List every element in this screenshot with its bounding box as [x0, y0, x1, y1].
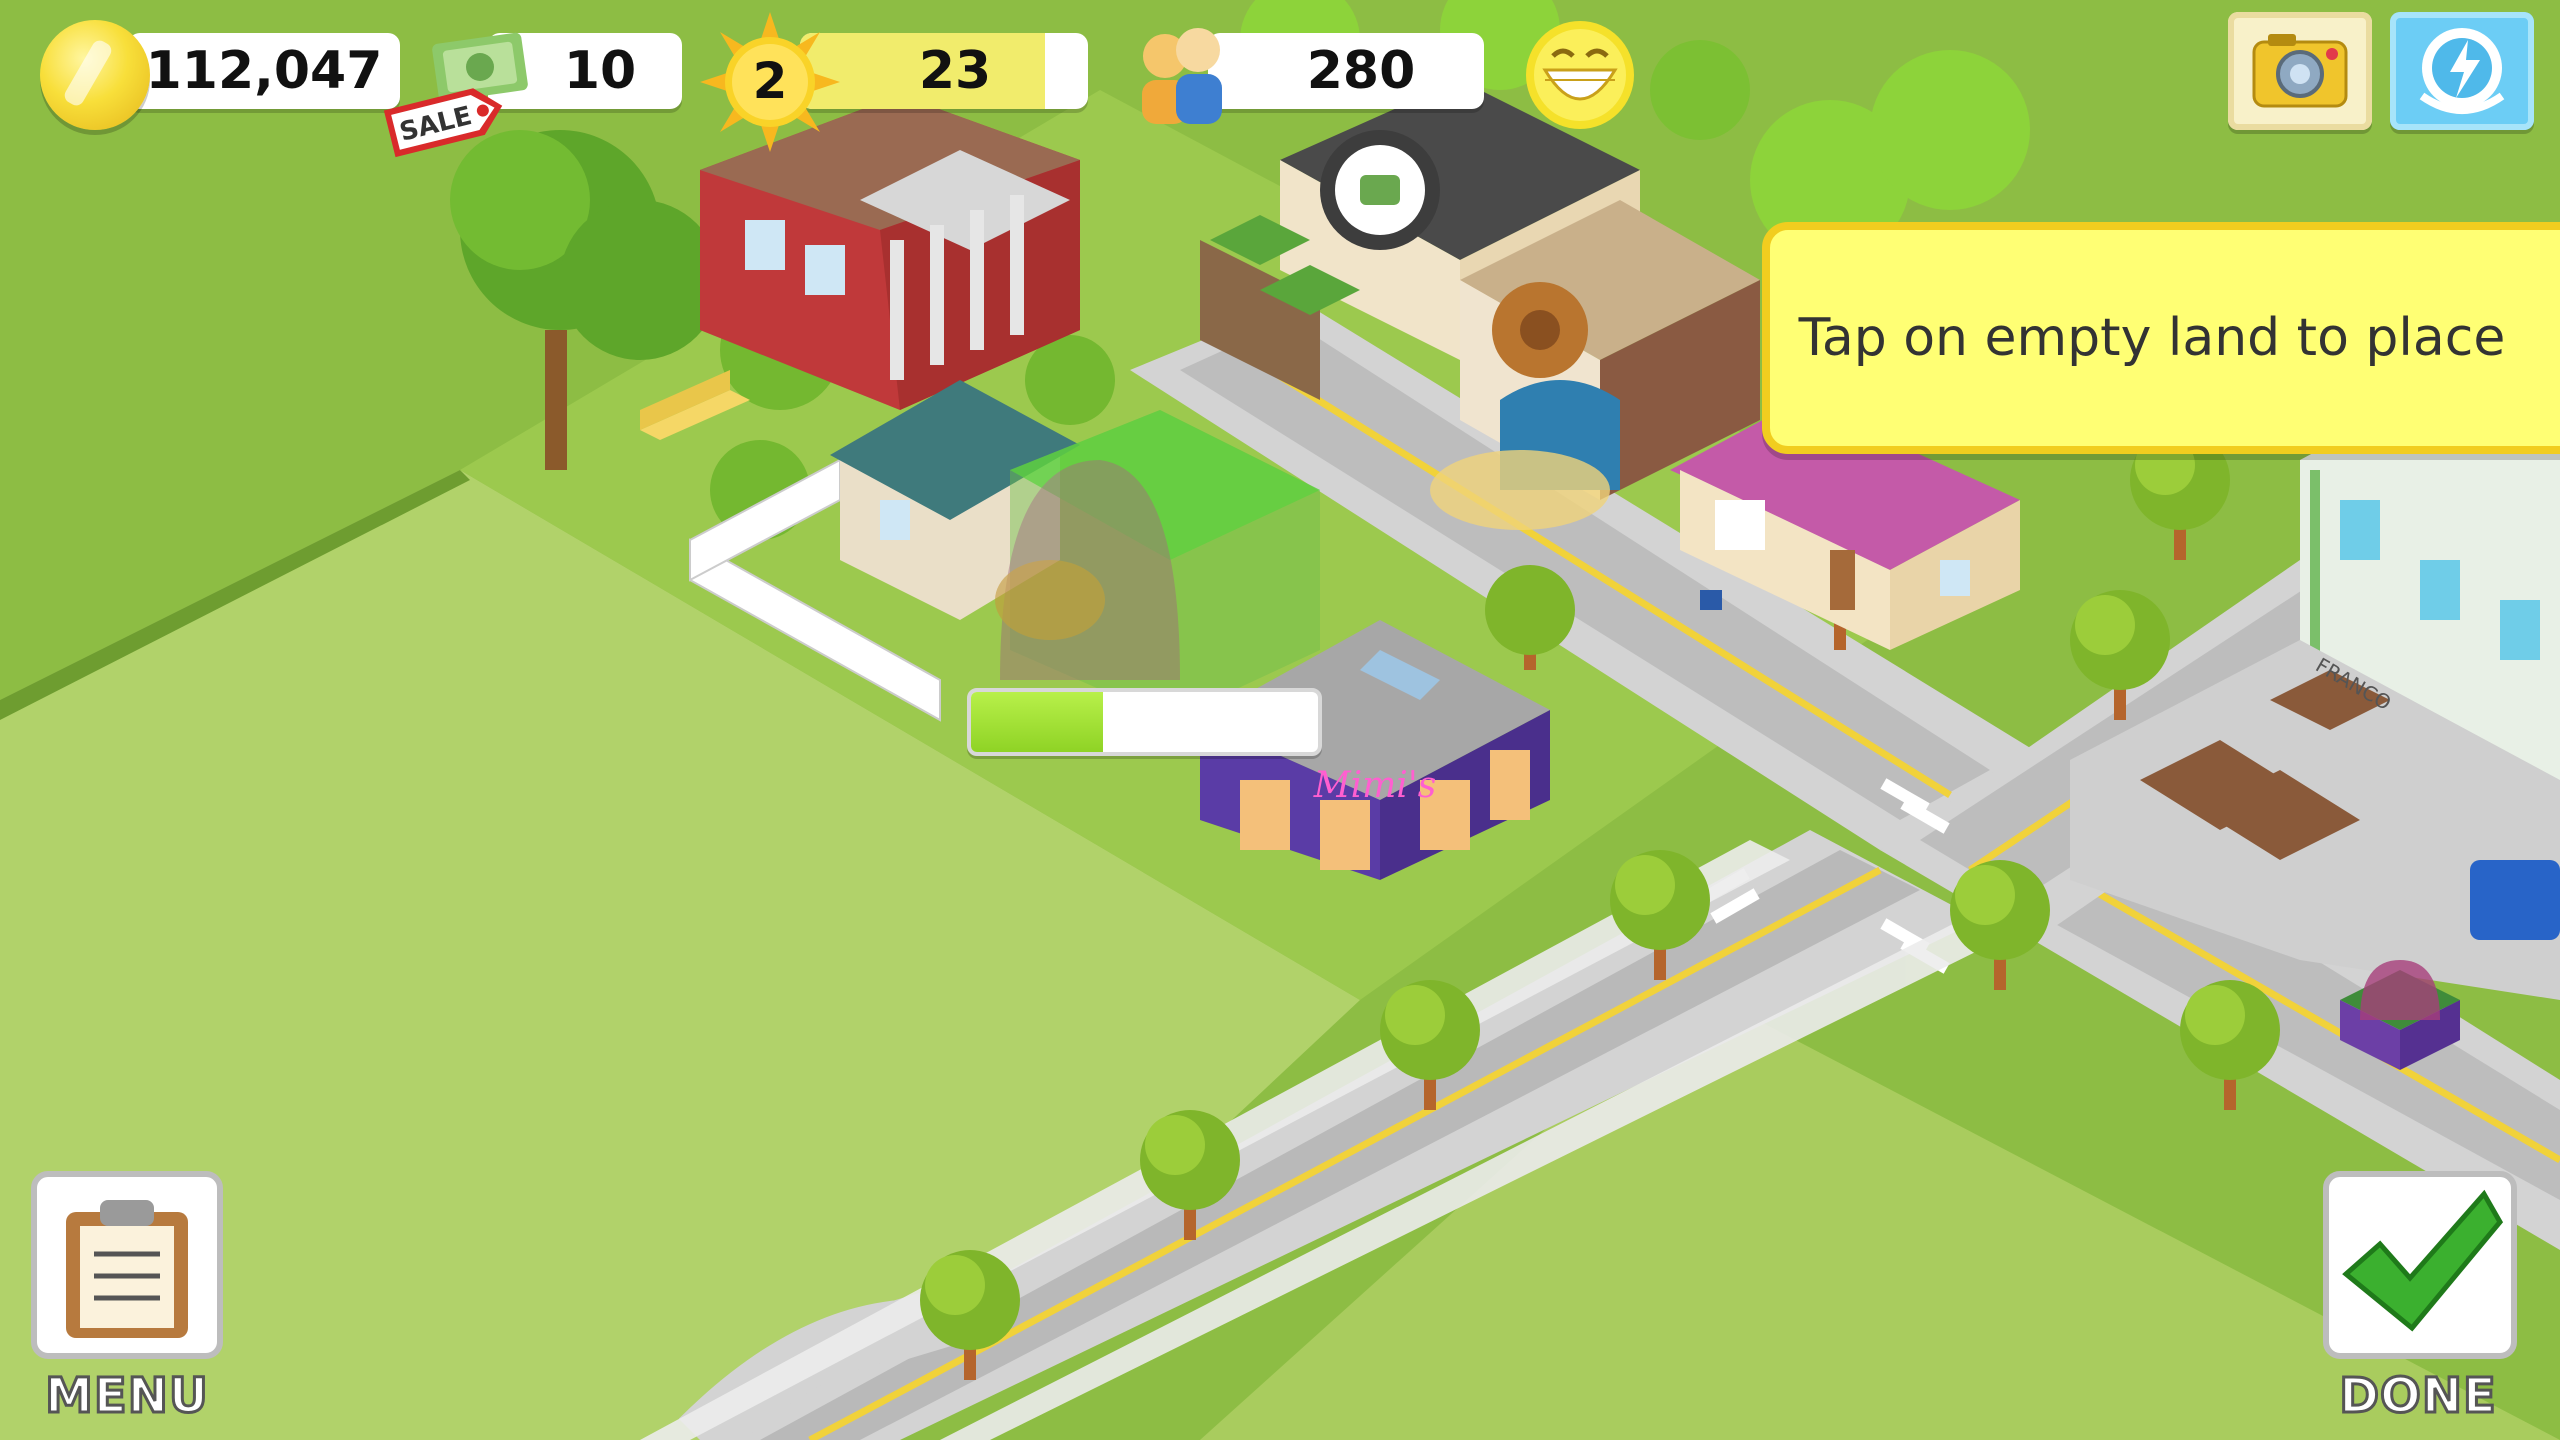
done-button[interactable]	[2322, 1170, 2518, 1360]
population-counter[interactable]: 280	[1208, 33, 1484, 109]
construction-progress-bar	[967, 688, 1322, 756]
camera-button[interactable]	[2228, 12, 2372, 130]
coins-counter[interactable]: 112,047	[128, 33, 400, 109]
social-share-icon	[2419, 28, 2505, 114]
xp-value: 23	[918, 41, 992, 101]
smiley-face-icon[interactable]	[1523, 18, 1638, 133]
tooltip-text: Tap on empty land to place	[1798, 308, 2506, 368]
mailbox	[1700, 590, 1722, 610]
game-viewport[interactable]: Mimi's FRANCO 112,047 10 SALE 23 2 280 T…	[0, 0, 2560, 1440]
placement-tooltip: Tap on empty land to place	[1762, 222, 2560, 454]
population-value: 280	[1306, 41, 1416, 101]
mimis-sign: Mimi's	[1313, 765, 1436, 806]
level-value: 2	[752, 52, 788, 110]
sale-tag-icon[interactable]: SALE	[380, 78, 510, 162]
cash-value: 10	[563, 41, 637, 101]
population-people-icon	[1142, 28, 1222, 124]
construction-progress-fill	[971, 692, 1103, 752]
social-share-button[interactable]	[2390, 12, 2534, 130]
menu-button[interactable]	[30, 1170, 224, 1360]
coin-icon	[40, 20, 150, 130]
done-label[interactable]: DONE	[2303, 1367, 2533, 1426]
coins-value: 112,047	[145, 41, 383, 101]
camera-icon	[2252, 34, 2348, 108]
menu-label[interactable]: MENU	[12, 1367, 242, 1426]
clipboard-icon	[66, 1200, 188, 1338]
